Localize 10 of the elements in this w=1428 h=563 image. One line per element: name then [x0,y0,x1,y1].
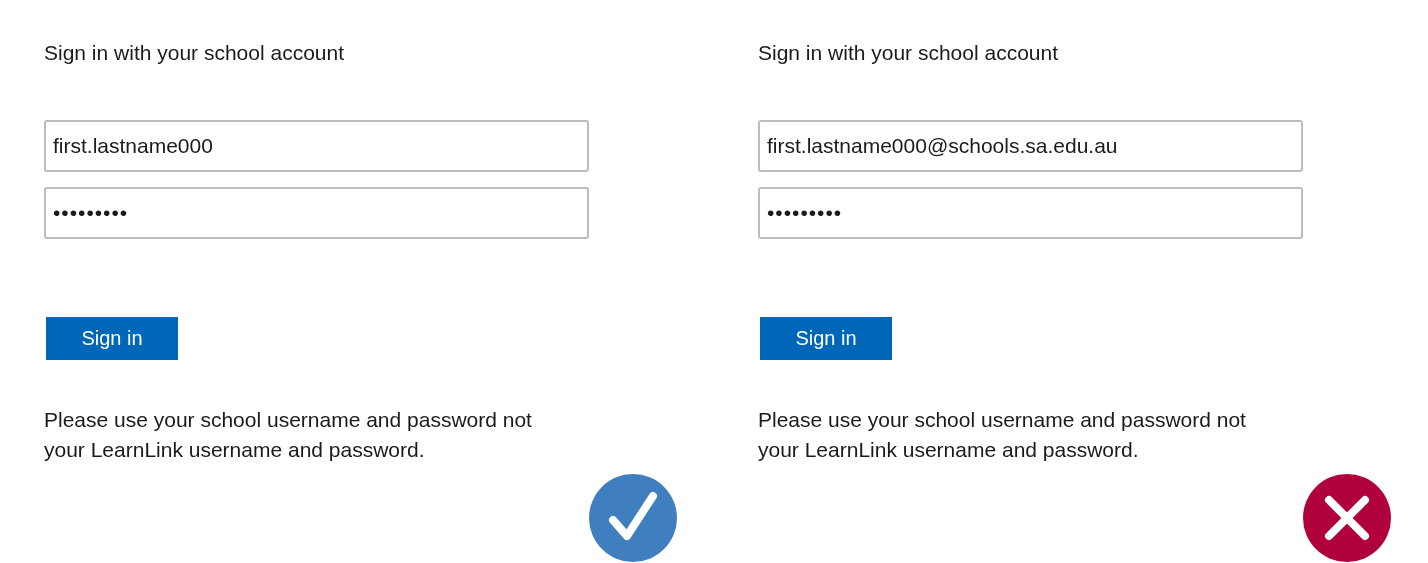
username-field[interactable]: first.lastname000 [44,120,589,172]
sign-in-button[interactable]: Sign in [46,317,178,360]
form-title: Sign in with your school account [44,40,344,66]
password-field[interactable]: ••••••••• [44,187,589,239]
sign-in-button[interactable]: Sign in [760,317,892,360]
username-field[interactable]: first.lastname000@schools.sa.edu.au [758,120,1303,172]
password-field[interactable]: ••••••••• [758,187,1303,239]
instruction-text: Please use your school username and password not your LearnLink username and password. [44,407,533,463]
instruction-text: Please use your school username and password not your LearnLink username and password. [758,407,1247,463]
form-title: Sign in with your school account [758,40,1058,66]
